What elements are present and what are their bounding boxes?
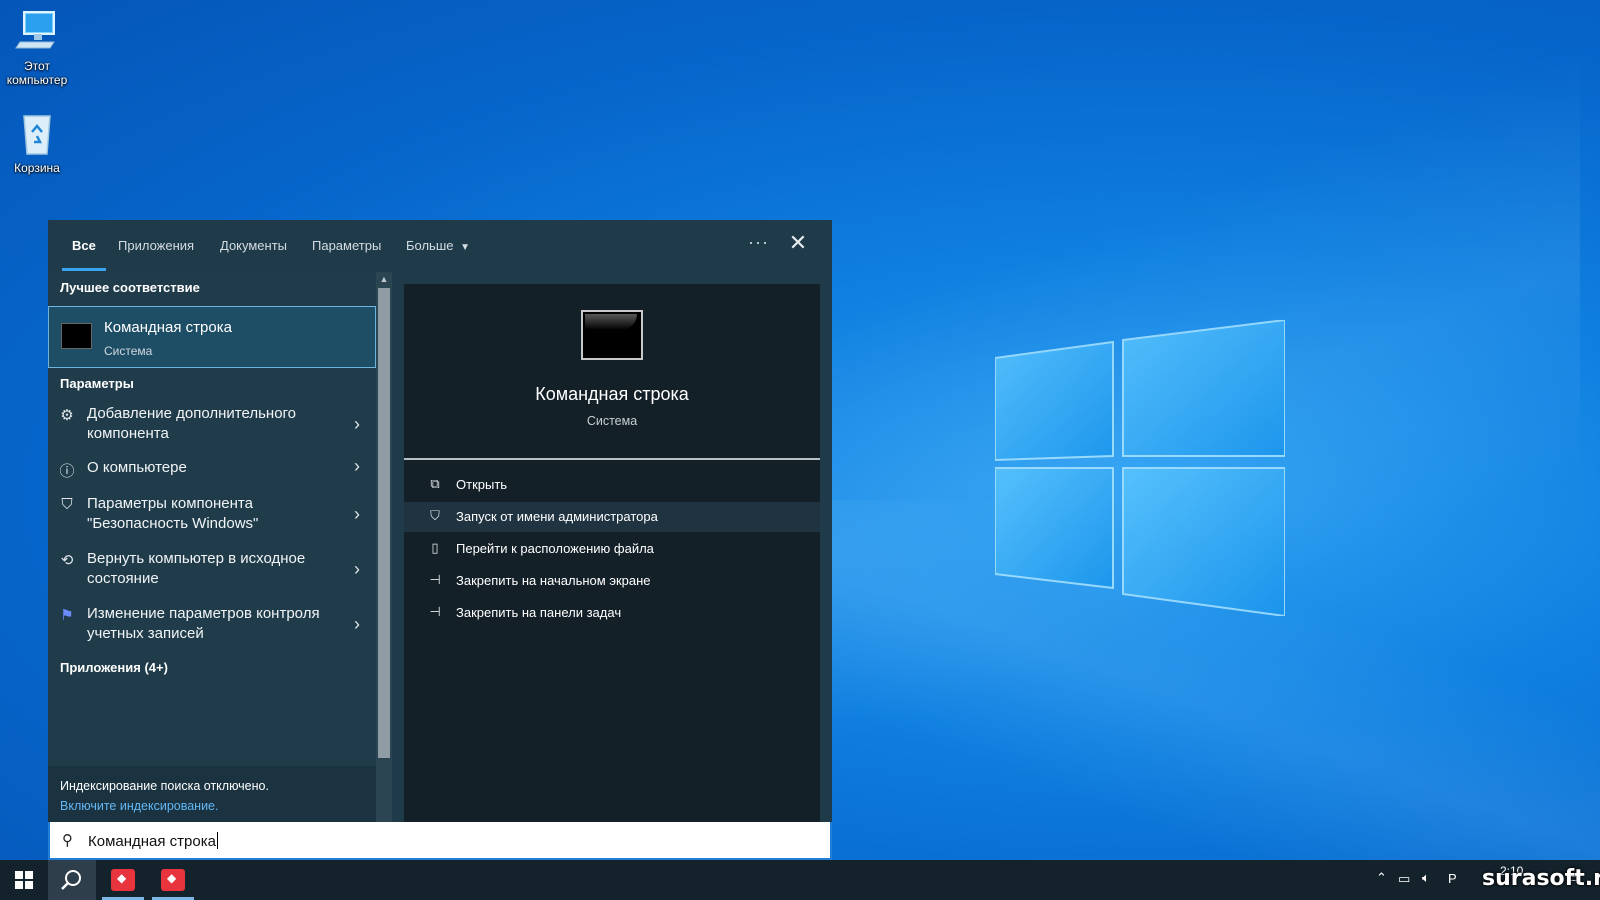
pin-icon: ⊣ <box>429 572 441 587</box>
action-pin-to-start[interactable]: ⊣ Закрепить на начальном экране <box>404 566 820 596</box>
taskbar: ⌃ ▭ 🔈︎ Р 2:10 ▭ <box>0 860 1600 900</box>
windows-start-icon <box>15 871 33 889</box>
tab-documents[interactable]: Документы <box>220 238 287 253</box>
search-tabs: Все Приложения Документы Параметры Больш… <box>48 220 832 272</box>
desktop-icon-label: Корзина <box>14 161 60 175</box>
action-open[interactable]: ⧉ Открыть <box>404 470 820 500</box>
chevron-right-icon: › <box>354 614 360 634</box>
desktop-icon-label: компьютер <box>6 73 68 87</box>
chevron-down-icon: ▼ <box>460 242 471 253</box>
apps-header[interactable]: Приложения (4+) <box>60 660 168 675</box>
scroll-up-arrow-icon[interactable]: ▲ <box>376 272 392 286</box>
recycle-bin-icon <box>23 115 51 155</box>
pin-icon: ⊣ <box>429 604 441 619</box>
more-options-button[interactable]: ··· <box>748 232 769 253</box>
action-label: Перейти к расположению файла <box>456 541 654 556</box>
chevron-right-icon: › <box>354 456 360 476</box>
action-label: Запуск от имени администратора <box>456 509 658 524</box>
indexing-status: Индексирование поиска отключено. <box>60 779 269 793</box>
reset-pc-icon: ⟲ <box>60 552 74 569</box>
language-indicator[interactable]: Р <box>1448 871 1457 900</box>
search-box[interactable]: ⚲ Командная строка <box>48 822 832 860</box>
tab-apps[interactable]: Приложения <box>118 238 194 253</box>
active-tab-indicator <box>62 268 106 271</box>
settings-item-label: Вернуть компьютер в исходное состояние <box>87 550 306 587</box>
best-match-title: Командная строка <box>104 319 232 336</box>
action-label: Закрепить на начальном экране <box>456 573 651 588</box>
desktop-icon-recycle-bin[interactable]: Корзина <box>0 110 74 175</box>
action-label: Открыть <box>456 477 508 492</box>
preview-divider <box>404 458 820 460</box>
indexing-notice: Индексирование поиска отключено. Включит… <box>48 766 376 826</box>
tab-all[interactable]: Все <box>72 238 96 253</box>
settings-item-label: Добавление дополнительного компонента <box>87 405 297 442</box>
action-pin-to-taskbar[interactable]: ⊣ Закрепить на панели задач <box>404 598 820 628</box>
action-label: Закрепить на панели задач <box>456 605 622 620</box>
taskbar-app-button[interactable] <box>150 860 196 900</box>
search-query: Командная строка <box>88 833 216 850</box>
settings-item-add-feature[interactable]: ⚙ Добавление дополнительного компонента … <box>48 404 376 448</box>
search-input[interactable]: Командная строка <box>88 832 218 850</box>
shield-icon: ⛉ <box>61 496 73 513</box>
show-hidden-icons-chevron-icon[interactable]: ⌃ <box>1376 870 1387 900</box>
settings-item-windows-security[interactable]: ⛉ Параметры компонента "Безопасность Win… <box>48 494 376 538</box>
start-button[interactable] <box>0 860 48 900</box>
best-match-subtitle: Система <box>104 344 153 358</box>
scroll-thumb[interactable] <box>378 288 390 758</box>
results-scrollbar[interactable]: ▲ ▼ <box>376 272 392 836</box>
settings-header: Параметры <box>60 376 134 391</box>
preview-title: Командная строка <box>535 384 689 404</box>
settings-item-uac[interactable]: ⚑ Изменение параметров контроля учетных … <box>48 604 376 648</box>
desktop-icon-label: Этот <box>24 59 50 73</box>
text-caret <box>216 832 218 849</box>
chevron-right-icon: › <box>354 559 360 579</box>
taskbar-search-button[interactable] <box>48 860 96 900</box>
settings-item-label: О компьютере <box>87 459 187 476</box>
watermark-text: surasoft.ru <box>1482 866 1600 891</box>
network-icon[interactable]: ▭ <box>1398 871 1410 900</box>
results-pane: Лучшее соответствие Командная строка Сис… <box>48 272 376 784</box>
open-icon: ⧉ <box>430 476 440 491</box>
app-icon <box>161 869 185 891</box>
taskbar-app-button[interactable] <box>100 860 146 900</box>
desktop-icon-this-pc[interactable]: Этот компьютер <box>0 8 74 87</box>
chevron-right-icon: › <box>354 504 360 524</box>
search-icon: ⚲ <box>62 832 73 849</box>
action-run-as-admin[interactable]: ⛉ Запуск от имени администратора <box>404 502 820 532</box>
close-button[interactable]: ✕ <box>786 232 810 256</box>
app-icon <box>111 869 135 891</box>
admin-shield-icon: ⛉ <box>430 508 440 523</box>
enable-indexing-link[interactable]: Включите индексирование. <box>60 799 218 813</box>
settings-item-label: Параметры компонента "Безопасность Windo… <box>87 495 259 532</box>
file-location-icon: ▯ <box>431 540 439 555</box>
windows-logo <box>995 320 1285 616</box>
tab-more-label: Больше <box>406 238 454 253</box>
chevron-right-icon: › <box>354 414 360 434</box>
tab-settings[interactable]: Параметры <box>312 238 381 253</box>
computer-icon <box>15 11 55 49</box>
action-open-file-location[interactable]: ▯ Перейти к расположению файла <box>404 534 820 564</box>
preview-pane: Командная строка Система ⧉ Открыть ⛉ Зап… <box>404 284 820 836</box>
best-match-header: Лучшее соответствие <box>60 280 200 295</box>
flag-icon: ⚑ <box>60 607 74 624</box>
search-icon <box>61 870 81 890</box>
volume-icon[interactable]: 🔈︎ <box>1422 870 1430 900</box>
gear-icon: ⚙ <box>60 407 74 424</box>
best-match-result[interactable]: Командная строка Система <box>48 306 376 368</box>
settings-item-reset-pc[interactable]: ⟲ Вернуть компьютер в исходное состояние… <box>48 549 376 593</box>
preview-subtitle: Система <box>586 414 638 428</box>
settings-item-label: Изменение параметров контроля учетных за… <box>87 605 320 642</box>
tab-more[interactable]: Больше ▼ <box>406 238 470 253</box>
command-prompt-large-icon <box>581 310 643 360</box>
info-icon: ⓘ <box>59 463 75 480</box>
settings-item-about-pc[interactable]: ⓘ О компьютере › <box>48 456 376 482</box>
search-panel: Все Приложения Документы Параметры Больш… <box>48 220 832 860</box>
command-prompt-icon <box>61 323 92 349</box>
